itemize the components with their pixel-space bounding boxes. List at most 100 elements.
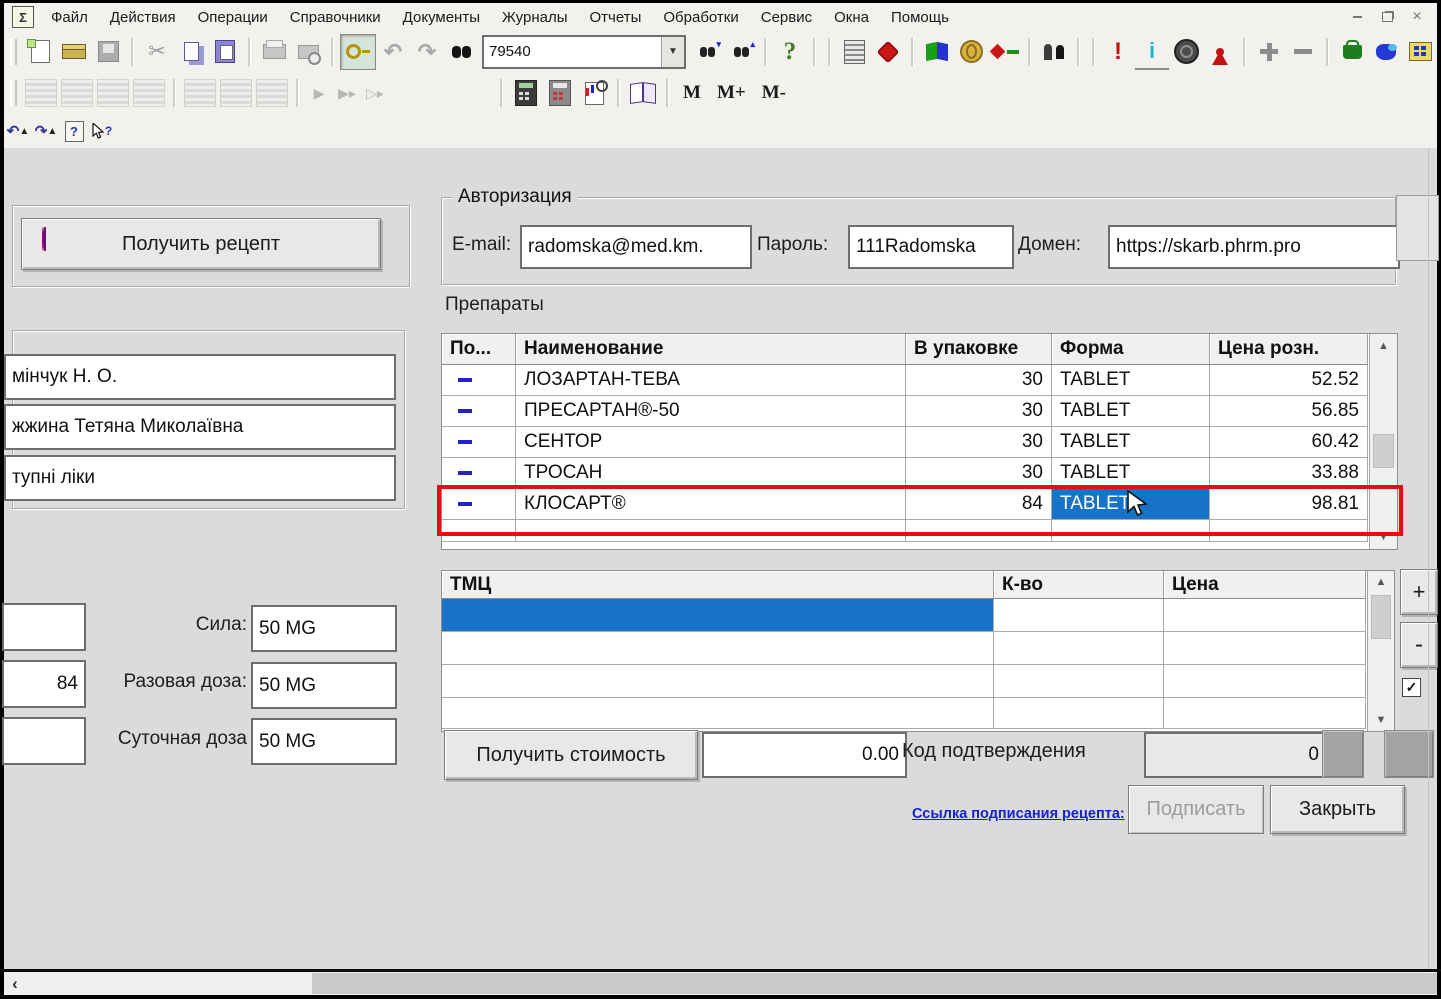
journal-icon[interactable] — [837, 35, 871, 69]
scroll-down-icon[interactable]: ▼ — [1368, 714, 1394, 726]
scroll-left-icon[interactable]: ‹ — [6, 973, 24, 994]
drug-price-cell[interactable]: 56.85 — [1210, 396, 1368, 427]
get-cost-button[interactable]: Получить стоимость — [444, 730, 698, 780]
document-action-icon[interactable] — [184, 79, 216, 107]
drug-row-empty[interactable] — [442, 520, 1397, 542]
document-action-icon[interactable] — [220, 79, 252, 107]
drug-form-cell[interactable]: TABLET — [1052, 396, 1210, 427]
close-button[interactable]: Закрыть — [1270, 785, 1405, 834]
memory-m-plus-button[interactable]: M+ — [709, 82, 754, 104]
red-flower-icon[interactable] — [871, 35, 905, 69]
domain-field[interactable]: https://skarb.phrm.pro — [1108, 225, 1400, 269]
cost-field[interactable]: 0.00 — [702, 732, 907, 778]
remove-minus-icon[interactable] — [1286, 35, 1320, 69]
program-field[interactable]: тупні ліки — [4, 455, 396, 501]
cut-icon[interactable]: ✂ — [140, 35, 174, 69]
document-action-icon[interactable] — [256, 79, 288, 107]
new-document-icon[interactable] — [23, 35, 57, 69]
save-icon[interactable] — [91, 35, 125, 69]
coin-icon[interactable] — [954, 35, 988, 69]
drug-price-cell[interactable]: 33.88 — [1210, 458, 1368, 489]
green-bag-icon[interactable] — [1335, 35, 1369, 69]
calculator-alt-icon[interactable] — [543, 76, 577, 110]
rollforward-icon[interactable]: ↷ ▲ — [32, 117, 60, 145]
menu-file[interactable]: Файл — [40, 7, 99, 28]
users-icon[interactable] — [1037, 35, 1071, 69]
drug-pack-cell[interactable]: 30 — [906, 365, 1052, 396]
password-field[interactable]: 111Radomska — [848, 225, 1014, 269]
col-qty[interactable]: К-во — [994, 571, 1164, 599]
scroll-thumb[interactable] — [1371, 595, 1391, 639]
drug-name-cell[interactable]: ПРЕСАРТАН®-50 — [516, 396, 906, 427]
drugs-scrollbar[interactable]: ▲ ▼ — [1369, 334, 1397, 549]
toolbar-grip[interactable] — [10, 80, 17, 106]
toolbar-grip[interactable] — [10, 38, 17, 65]
tmc-row[interactable] — [442, 632, 1394, 665]
drug-row[interactable]: СЕНТОР 30 TABLET 60.42 — [442, 427, 1397, 458]
menu-help[interactable]: Помощь — [880, 7, 960, 28]
drug-price-cell[interactable]: 52.52 — [1210, 365, 1368, 396]
undo-icon[interactable]: ↶ — [376, 35, 410, 69]
tmc-row[interactable] — [442, 665, 1394, 698]
menu-journals[interactable]: Журналы — [491, 7, 579, 28]
horizontal-scrollbar[interactable]: ‹ — [4, 972, 1437, 995]
confirmation-code-field[interactable]: 0 — [1144, 732, 1327, 778]
drug-name-cell[interactable]: ТРОСАН — [516, 458, 906, 489]
tmc-cell-selected[interactable] — [442, 599, 994, 632]
tmc-scrollbar[interactable]: ▲ ▼ — [1367, 571, 1394, 731]
drug-row-selected[interactable]: КЛОСАРТ® 84 TABLET 98.81 — [442, 489, 1397, 520]
calculator-icon[interactable] — [509, 76, 543, 110]
butterfly-icon[interactable] — [920, 35, 954, 69]
strength-field[interactable]: 50 MG — [251, 605, 397, 652]
report-search-icon[interactable] — [577, 76, 611, 110]
menu-windows[interactable]: Окна — [823, 7, 880, 28]
restore-icon[interactable] — [1379, 9, 1395, 25]
authorization-key-icon[interactable] — [340, 33, 376, 70]
menu-processing[interactable]: Обработки — [652, 7, 749, 28]
drug-pack-cell[interactable]: 30 — [906, 427, 1052, 458]
doctor-field[interactable]: мінчук Н. О. — [4, 354, 396, 400]
add-plus-icon[interactable] — [1252, 35, 1286, 69]
close-icon[interactable]: × — [1409, 8, 1425, 25]
help-box-icon[interactable]: ? — [60, 117, 88, 145]
email-field[interactable]: radomska@med.km. — [520, 225, 752, 269]
red-person-icon[interactable] — [1203, 35, 1237, 69]
col-po[interactable]: По... — [442, 334, 516, 365]
drug-row[interactable]: ЛОЗАРТАН-ТЕВА 30 TABLET 52.52 — [442, 365, 1397, 396]
tmc-checkbox[interactable]: ✓ — [1402, 678, 1421, 697]
col-name[interactable]: Наименование — [516, 334, 906, 365]
print-preview-icon[interactable] — [291, 35, 325, 69]
drug-pack-cell[interactable]: 84 — [906, 489, 1052, 520]
sign-button[interactable]: Подписать — [1128, 785, 1264, 834]
drug-form-cell[interactable]: TABLET — [1052, 458, 1210, 489]
copy-icon[interactable] — [174, 35, 208, 69]
drug-pack-cell[interactable]: 30 — [906, 458, 1052, 489]
menu-reports[interactable]: Отчеты — [579, 7, 653, 28]
scroll-thumb[interactable] — [1373, 434, 1394, 468]
minimize-icon[interactable] — [1349, 9, 1365, 25]
paste-icon[interactable] — [208, 35, 242, 69]
menu-operations[interactable]: Операции — [187, 7, 279, 28]
get-recipe-button[interactable]: Получить рецепт — [21, 218, 381, 270]
menu-actions[interactable]: Действия — [99, 7, 187, 28]
tmc-add-button[interactable]: + — [1400, 569, 1438, 615]
drug-form-cell[interactable]: TABLET — [1052, 365, 1210, 396]
plus-minus-icon[interactable] — [988, 35, 1022, 69]
app-icon[interactable]: Σ — [12, 6, 34, 28]
menu-documents[interactable]: Документы — [392, 7, 491, 28]
move-item-icon[interactable] — [97, 79, 129, 107]
catalog-icon[interactable] — [1403, 35, 1437, 69]
drug-price-cell[interactable]: 60.42 — [1210, 427, 1368, 458]
drug-form-cell[interactable]: TABLET — [1052, 427, 1210, 458]
find-icon[interactable] — [444, 35, 478, 69]
rollback-icon[interactable]: ↶ ▲ — [4, 117, 32, 145]
combobox-dropdown-icon[interactable]: ▼ — [661, 36, 684, 67]
find-prev-icon[interactable]: ▴ — [724, 35, 758, 69]
open-folder-icon[interactable] — [57, 35, 91, 69]
drug-row[interactable]: ПРЕСАРТАН®-50 30 TABLET 56.85 — [442, 396, 1397, 427]
col-form[interactable]: Форма — [1052, 334, 1210, 365]
single-dose-field[interactable]: 50 MG — [251, 662, 397, 709]
scroll-up-icon[interactable]: ▲ — [1370, 340, 1397, 352]
daily-dose-field[interactable]: 50 MG — [251, 718, 397, 765]
search-combobox[interactable]: 79540 ▼ — [482, 34, 686, 69]
